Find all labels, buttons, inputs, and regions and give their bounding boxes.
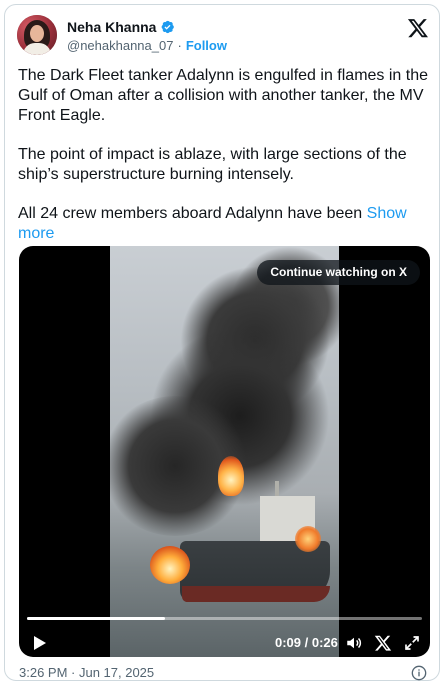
separator-dot: · (177, 38, 182, 53)
tweet-card: Neha Khanna @nehakhanna_07 · Follow The … (4, 4, 440, 681)
video-frame[interactable] (110, 246, 339, 657)
truncated-text: All 24 crew members aboard Adalynn have … (18, 205, 367, 222)
info-icon[interactable] (411, 665, 427, 681)
tweet-paragraph: The Dark Fleet tanker Adalynn is engulfe… (18, 67, 428, 124)
handle[interactable]: @nehakhanna_07 (67, 38, 173, 53)
video-progress-bar[interactable] (27, 617, 422, 620)
volume-icon[interactable] (345, 634, 363, 652)
avatar[interactable] (17, 15, 57, 55)
x-logo-icon[interactable] (407, 17, 429, 39)
video-player[interactable]: Continue watching on X 0:09 / 0:26 (19, 246, 430, 657)
name-row: Neha Khanna (67, 18, 175, 36)
tweet-paragraph: The point of impact is ablaze, with larg… (18, 146, 407, 183)
x-logo-icon[interactable] (374, 634, 392, 652)
video-progress-fill (27, 617, 166, 620)
video-controls: 0:09 / 0:26 (19, 629, 430, 657)
tweet-text: The Dark Fleet tanker Adalynn is engulfe… (18, 66, 428, 244)
handle-row: @nehakhanna_07 · Follow (67, 38, 227, 53)
expand-icon[interactable] (403, 634, 421, 652)
continue-watching-button[interactable]: Continue watching on X (257, 260, 420, 285)
follow-button[interactable]: Follow (186, 38, 227, 53)
video-time: 0:09 / 0:26 (275, 635, 338, 650)
tweet-header: Neha Khanna @nehakhanna_07 · Follow (17, 15, 429, 59)
verified-badge-icon (162, 20, 175, 34)
play-icon[interactable] (33, 635, 47, 651)
tweet-paragraph-truncated: All 24 crew members aboard Adalynn have … (18, 204, 428, 244)
display-name[interactable]: Neha Khanna (67, 19, 156, 35)
tweet-timestamp[interactable]: 3:26 PM · Jun 17, 2025 (19, 665, 154, 680)
